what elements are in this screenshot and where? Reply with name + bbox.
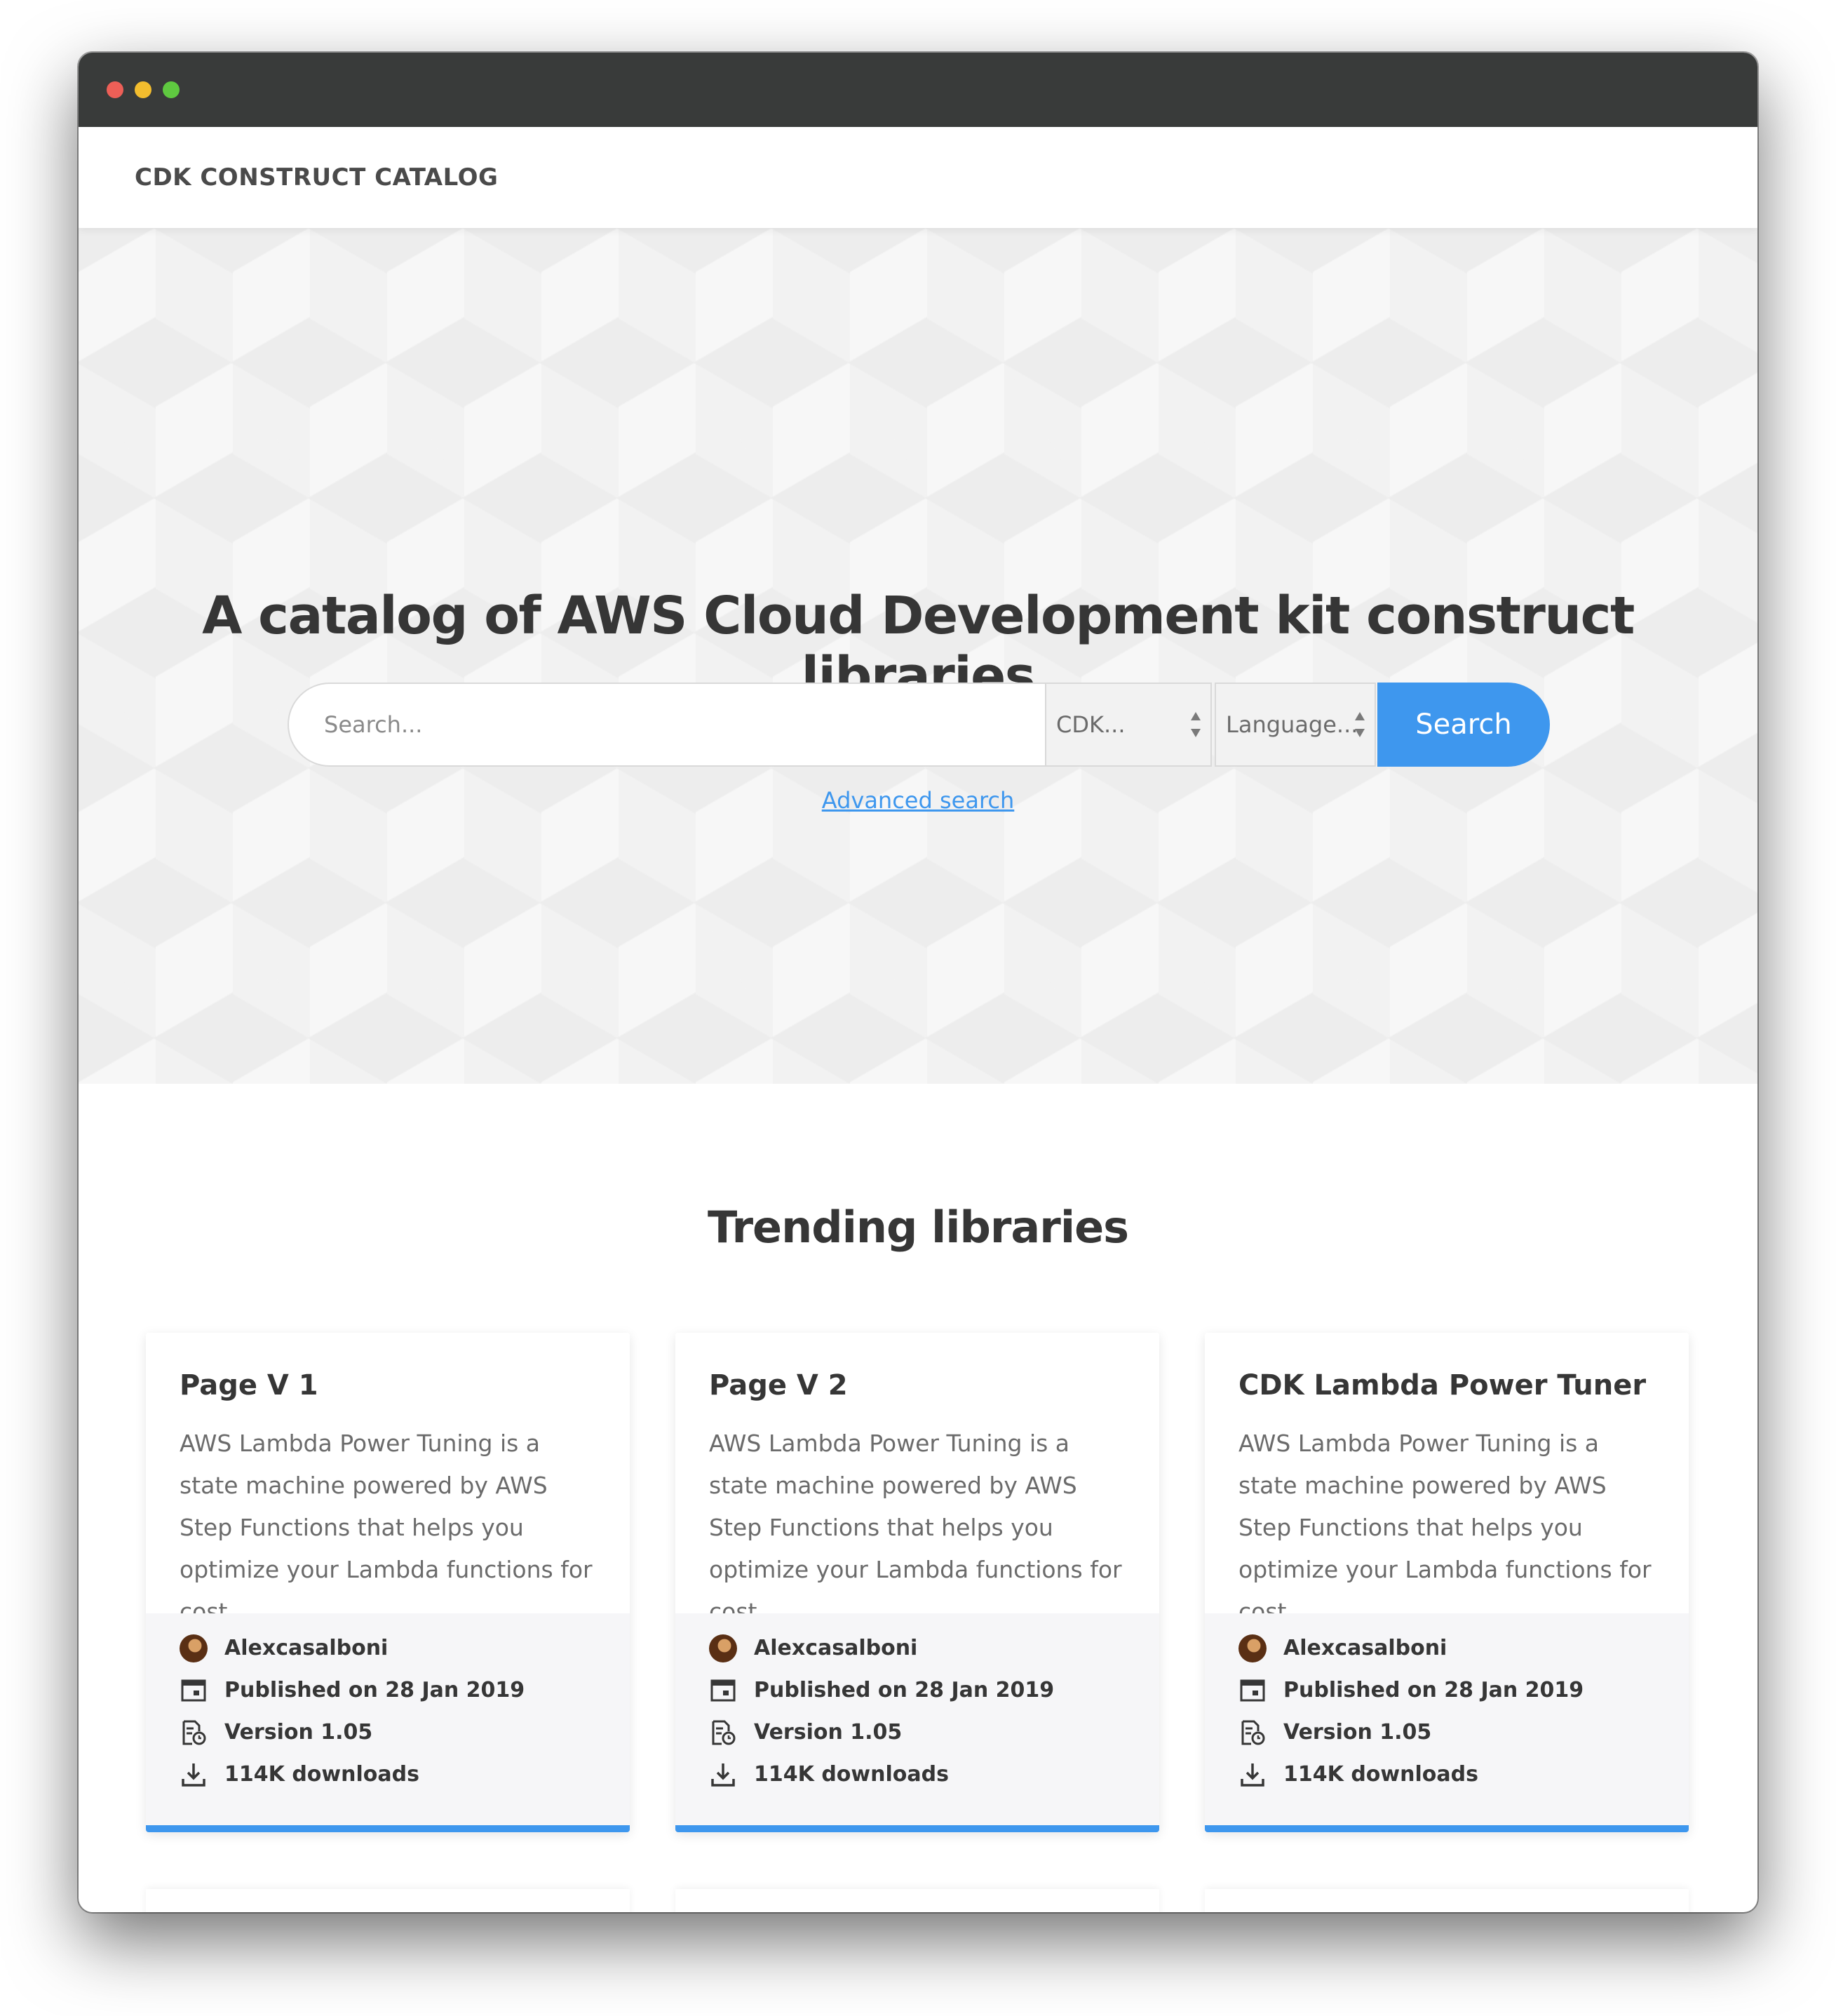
next-card-row (146, 1889, 1690, 1912)
download-icon (182, 1763, 205, 1787)
published-date: Published on 28 Jan 2019 (224, 1678, 525, 1702)
card-meta: Alexcasalboni Published on 28 Jan 2019 V… (675, 1613, 1159, 1825)
close-window-button[interactable] (107, 81, 123, 98)
card-accent-bar (146, 1825, 630, 1832)
calendar-icon (1240, 1679, 1265, 1702)
published-date: Published on 28 Jan 2019 (754, 1678, 1055, 1702)
author-name[interactable]: Alexcasalboni (1283, 1634, 1447, 1662)
version-icon (182, 1720, 206, 1745)
version-icon (1241, 1720, 1265, 1745)
calendar-icon (181, 1679, 206, 1702)
downloads: 114K downloads (1283, 1762, 1478, 1787)
advanced-search-link[interactable]: Advanced search (79, 787, 1757, 814)
card-title[interactable]: CDK Lambda Power Tuner (1238, 1369, 1661, 1402)
card-body: Page V 2 AWS Lambda Power Tuning is a st… (675, 1333, 1159, 1625)
card-description: AWS Lambda Power Tuning is a state machi… (180, 1430, 593, 1625)
card-title[interactable]: Page V 1 (180, 1369, 602, 1402)
avatar (1238, 1634, 1267, 1662)
zoom-window-button[interactable] (163, 81, 180, 98)
version: Version 1.05 (1283, 1720, 1432, 1745)
download-icon (1241, 1763, 1264, 1787)
library-card-partial[interactable] (1205, 1889, 1689, 1912)
card-meta: Alexcasalboni Published on 28 Jan 2019 V… (1205, 1613, 1689, 1825)
card-title[interactable]: Page V 2 (709, 1369, 1131, 1402)
calendar-icon (710, 1679, 736, 1702)
published-date: Published on 28 Jan 2019 (1283, 1678, 1584, 1702)
cdk-select-value: CDK... (1056, 711, 1126, 738)
card-meta: Alexcasalboni Published on 28 Jan 2019 V… (146, 1613, 630, 1825)
library-card-partial[interactable] (675, 1889, 1159, 1912)
card-accent-bar (1205, 1825, 1689, 1832)
author-name[interactable]: Alexcasalboni (754, 1634, 917, 1662)
select-arrows-icon (1355, 712, 1365, 737)
library-card-partial[interactable] (146, 1889, 630, 1912)
hero-section: A catalog of AWS Cloud Development kit c… (79, 228, 1757, 1084)
downloads: 114K downloads (224, 1762, 419, 1787)
card-description: AWS Lambda Power Tuning is a state machi… (1238, 1430, 1652, 1625)
download-icon (711, 1763, 735, 1787)
language-select[interactable]: Language... (1215, 683, 1376, 767)
card-description: AWS Lambda Power Tuning is a state machi… (709, 1430, 1122, 1625)
language-select-value: Language... (1226, 711, 1358, 738)
card-body: CDK Lambda Power Tuner AWS Lambda Power … (1205, 1333, 1689, 1625)
card-body: Page V 1 AWS Lambda Power Tuning is a st… (146, 1333, 630, 1625)
navbar: CDK CONSTRUCT CATALOG (79, 127, 1757, 228)
cdk-select[interactable]: CDK... (1045, 683, 1212, 767)
avatar (709, 1634, 737, 1662)
search-input[interactable] (288, 683, 1045, 767)
trending-title: Trending libraries (707, 1202, 1129, 1253)
avatar (180, 1634, 208, 1662)
library-card[interactable]: CDK Lambda Power Tuner AWS Lambda Power … (1205, 1333, 1689, 1832)
minimize-window-button[interactable] (135, 81, 151, 98)
trending-cards: Page V 1 AWS Lambda Power Tuning is a st… (146, 1333, 1690, 1832)
select-arrows-icon (1191, 712, 1201, 737)
library-card[interactable]: Page V 1 AWS Lambda Power Tuning is a st… (146, 1333, 630, 1832)
card-accent-bar (675, 1825, 1159, 1832)
library-card[interactable]: Page V 2 AWS Lambda Power Tuning is a st… (675, 1333, 1159, 1832)
version: Version 1.05 (224, 1720, 373, 1745)
downloads: 114K downloads (754, 1762, 949, 1787)
brand-logo-link[interactable]: CDK CONSTRUCT CATALOG (135, 127, 498, 228)
search-button[interactable]: Search (1377, 683, 1550, 767)
window-titlebar (79, 53, 1757, 127)
search-bar: CDK... Language... Search (288, 683, 1550, 767)
version: Version 1.05 (754, 1720, 903, 1745)
version-icon (712, 1720, 736, 1745)
author-name[interactable]: Alexcasalboni (224, 1634, 388, 1662)
browser-window: CDK CONSTRUCT CATALOG A catalog of AWS C… (79, 53, 1757, 1912)
